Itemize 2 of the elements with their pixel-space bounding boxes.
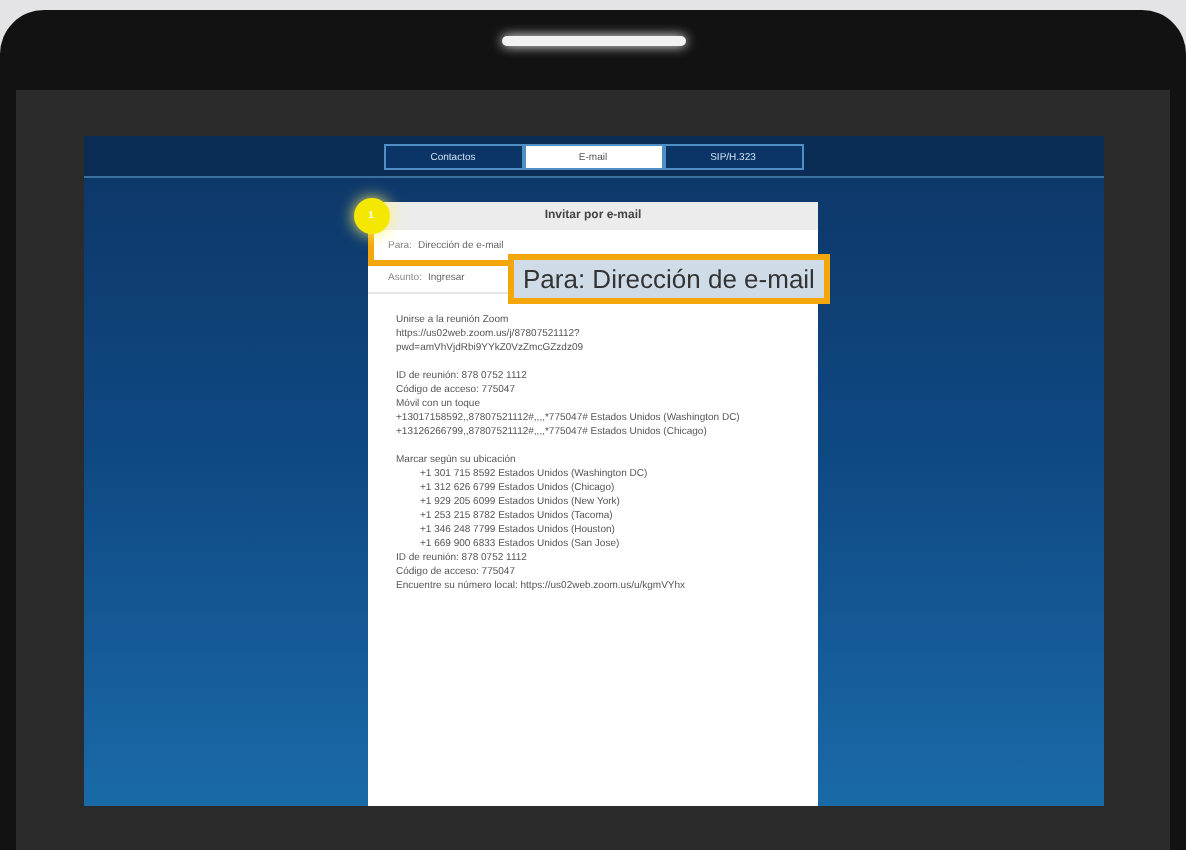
callout-label: Para: Dirección de e-mail <box>507 254 831 304</box>
leader-line <box>367 234 507 266</box>
